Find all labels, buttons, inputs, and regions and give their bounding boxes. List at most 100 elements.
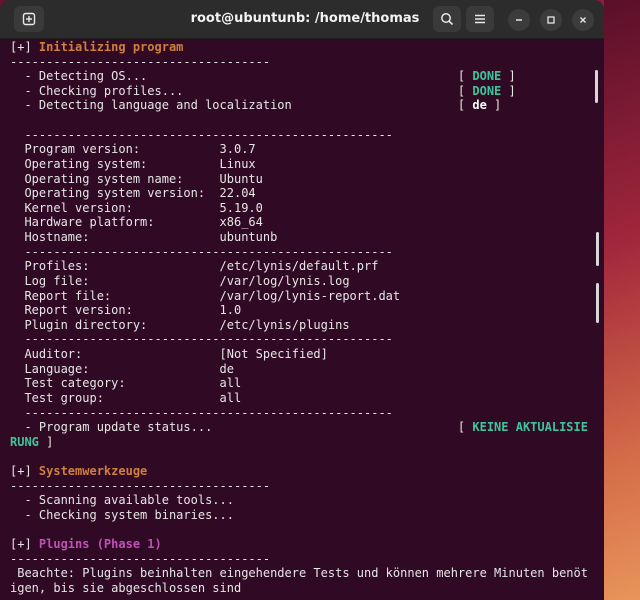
maximize-icon xyxy=(547,16,555,24)
terminal-line: Language: de xyxy=(10,362,234,377)
terminal-output[interactable]: [+] Initializing program ----------------… xyxy=(0,38,604,600)
title-bar: root@ubuntunb: /home/thomas xyxy=(0,0,604,39)
terminal-text: Test group: all xyxy=(10,390,242,405)
new-tab-icon xyxy=(22,12,36,26)
terminal-line: - Checking system binaries... xyxy=(10,508,234,523)
terminal-line: - Program update status... [ KEINE AKTUA… xyxy=(10,420,588,435)
search-button[interactable] xyxy=(433,6,461,32)
terminal-line: - Detecting language and localization [ … xyxy=(10,98,501,113)
terminal-text: ----------------------------------------… xyxy=(10,405,393,420)
terminal-text: de xyxy=(472,98,487,113)
terminal-text: Test category: all xyxy=(10,376,242,391)
hamburger-menu-icon xyxy=(475,14,485,24)
terminal-line: ------------------------------------ xyxy=(10,552,270,567)
terminal-line: Program version: 3.0.7 xyxy=(10,142,256,157)
terminal-line: Auditor: [Not Specified] xyxy=(10,347,328,362)
terminal-line: - Scanning available tools... xyxy=(10,493,234,508)
terminal-text: Operating system: Linux xyxy=(10,156,256,171)
terminal-text: [+] xyxy=(10,537,39,552)
terminal-line: ----------------------------------------… xyxy=(10,127,393,143)
terminal-line: Test category: all xyxy=(10,376,241,391)
terminal-line: [+] Systemwerkzeuge xyxy=(10,464,147,479)
terminal-line: Plugin directory: /etc/lynis/plugins xyxy=(10,317,350,333)
terminal-line: [+] Initializing program xyxy=(10,40,183,55)
terminal-text: ----------------------------------------… xyxy=(10,244,393,259)
minimize-button[interactable] xyxy=(508,9,530,31)
terminal-line: Profiles: /etc/lynis/default.prf xyxy=(10,259,378,274)
desktop-background xyxy=(604,0,640,600)
terminal-text: Systemwerkzeuge xyxy=(38,463,148,478)
terminal-line: ------------------------------------ xyxy=(10,479,270,494)
maximize-button[interactable] xyxy=(540,9,562,31)
terminal-text: Initializing program xyxy=(38,40,184,54)
terminal-text: ] xyxy=(486,98,502,113)
terminal-text: KEINE AKTUALISIE xyxy=(472,420,588,435)
terminal-line: Operating system: Linux xyxy=(10,156,256,172)
terminal-text: Beachte: Plugins beinhalten eingehendere… xyxy=(10,566,588,581)
terminal-line: Kernel version: 5.19.0 xyxy=(10,200,263,216)
minimize-icon xyxy=(516,19,522,21)
terminal-text: ----------------------------------------… xyxy=(10,127,393,142)
terminal-text: [+] xyxy=(10,40,39,54)
scrollbar-thumb[interactable] xyxy=(596,232,599,266)
terminal-text: Report version: 1.0 xyxy=(10,303,242,318)
terminal-line: ----------------------------------------… xyxy=(10,244,393,260)
terminal-text: ] xyxy=(501,83,516,98)
terminal-line: Operating system name: Ubuntu xyxy=(10,171,263,187)
terminal-line: Report file: /var/log/lynis-report.dat xyxy=(10,289,400,304)
terminal-text: RUNG xyxy=(10,434,39,449)
terminal-text: Log file: /var/log/lynis.log xyxy=(10,273,350,288)
terminal-line: Beachte: Plugins beinhalten eingehendere… xyxy=(10,566,588,581)
terminal-text: ------------------------------------ xyxy=(10,478,271,493)
terminal-text: ] xyxy=(38,434,54,449)
terminal-text: Profiles: /etc/lynis/default.prf xyxy=(10,259,379,274)
terminal-text: - Detecting OS... [ xyxy=(10,69,473,84)
terminal-line: ------------------------------------ xyxy=(10,55,270,70)
terminal-text: Operating system name: Ubuntu xyxy=(10,171,263,186)
close-button[interactable] xyxy=(572,9,594,31)
terminal-text: DONE xyxy=(472,83,502,98)
close-icon xyxy=(580,17,586,23)
terminal-line: Test group: all xyxy=(10,391,241,406)
terminal-line: RUNG ] xyxy=(10,435,53,450)
terminal-line: Operating system version: 22.04 xyxy=(10,186,256,201)
terminal-line: - Checking profiles... [ DONE ] xyxy=(10,83,516,99)
terminal-text: Plugin directory: /etc/lynis/plugins xyxy=(10,317,350,332)
scrollbar-thumb[interactable] xyxy=(595,70,598,103)
terminal-text: Language: de xyxy=(10,361,234,376)
terminal-line: Log file: /var/log/lynis.log xyxy=(10,273,350,289)
terminal-text: ] xyxy=(501,69,516,84)
terminal-text: ----------------------------------------… xyxy=(10,332,393,347)
window-title: root@ubuntunb: /home/thomas xyxy=(190,11,420,26)
terminal-text: Hardware platform: x86_64 xyxy=(10,215,263,230)
terminal-text: Hostname: ubuntunb xyxy=(10,230,278,245)
terminal-line: Hostname: ubuntunb xyxy=(10,230,277,245)
menu-button[interactable] xyxy=(466,6,494,32)
terminal-text: Operating system version: 22.04 xyxy=(10,186,256,201)
terminal-text: Plugins (Phase 1) xyxy=(38,537,162,552)
terminal-line: Hardware platform: x86_64 xyxy=(10,215,263,230)
terminal-text: ------------------------------------ xyxy=(10,54,271,69)
terminal-text: Report file: /var/log/lynis-report.dat xyxy=(10,288,401,303)
terminal-line: [+] Plugins (Phase 1) xyxy=(10,537,162,552)
terminal-text: ------------------------------------ xyxy=(10,551,271,566)
terminal-text: Kernel version: 5.19.0 xyxy=(10,200,263,215)
new-tab-button[interactable] xyxy=(14,6,44,32)
terminal-line: - Detecting OS... [ DONE ] xyxy=(10,69,516,84)
terminal-line: ----------------------------------------… xyxy=(10,332,393,347)
terminal-text: Program version: 3.0.7 xyxy=(10,142,256,157)
search-icon xyxy=(441,13,454,26)
terminal-line: igen, bis sie abgeschlossen sind xyxy=(10,581,241,596)
terminal-text: DONE xyxy=(472,69,502,84)
scrollbar-thumb[interactable] xyxy=(596,283,599,323)
terminal-text: Auditor: [Not Specified] xyxy=(10,347,328,362)
terminal-text: - Detecting language and localization [ xyxy=(10,98,473,113)
terminal-text: - Checking system binaries... xyxy=(10,507,234,522)
terminal-line: Report version: 1.0 xyxy=(10,303,241,318)
terminal-text: igen, bis sie abgeschlossen sind xyxy=(10,580,242,595)
terminal-line: ----------------------------------------… xyxy=(10,405,393,421)
terminal-text: - Program update status... [ xyxy=(10,420,473,435)
terminal-text: - Scanning available tools... xyxy=(10,493,234,508)
terminal-text: [+] xyxy=(10,463,39,478)
terminal-text: - Checking profiles... [ xyxy=(10,83,473,98)
